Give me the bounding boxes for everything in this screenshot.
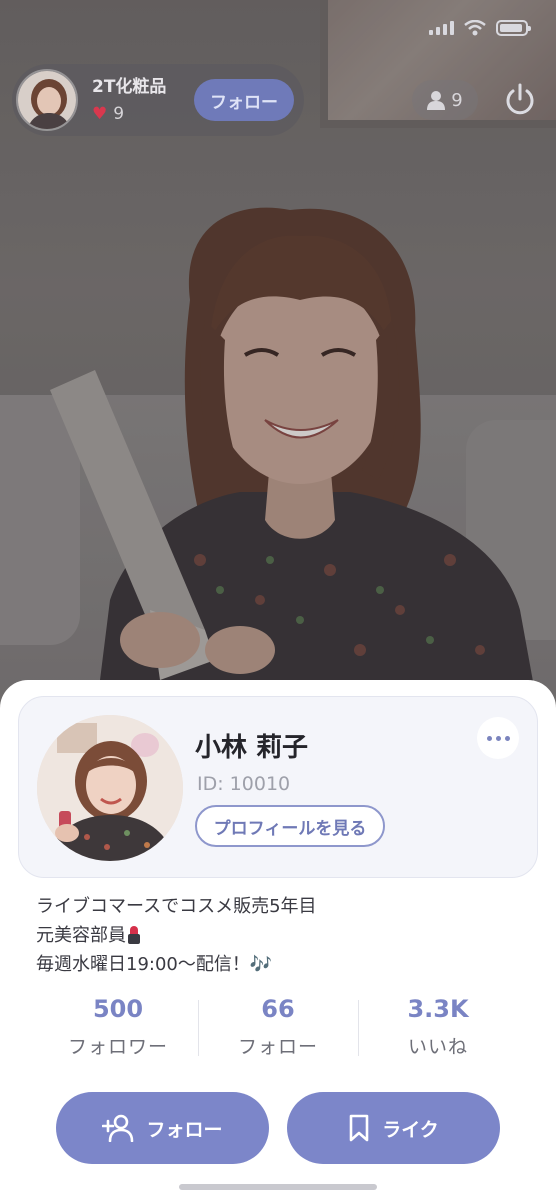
lipstick-icon <box>128 926 140 944</box>
profile-sheet: 小林 莉子 ID: 10010 プロフィールを見る ライブコマースでコスメ販売5… <box>0 680 556 1204</box>
host-info: 2T化粧品 ♥ 9 <box>92 76 182 124</box>
more-dot <box>495 735 501 741</box>
host-name: 2T化粧品 <box>92 77 167 97</box>
battery-icon <box>496 20 531 36</box>
stat-followers[interactable]: 500 フォロワー <box>38 992 198 1082</box>
host-avatar[interactable] <box>16 69 78 131</box>
stat-value: 3.3K <box>407 995 469 1023</box>
host-likes-count: 9 <box>113 104 125 124</box>
bio-line: 毎週水曜日19:00〜配信！🎶 <box>36 954 273 975</box>
profile-id: ID: 10010 <box>197 773 291 795</box>
bio-line: ライブコマースでコスメ販売5年目 <box>36 896 317 917</box>
status-bar <box>429 20 531 36</box>
cellular-signal-icon <box>429 21 454 35</box>
more-options-button[interactable] <box>477 717 519 759</box>
bio-line: 元美容部員 <box>36 925 126 946</box>
profile-stats: 500 フォロワー 66 フォロー 3.3K いいね <box>38 992 518 1082</box>
stat-label: いいね <box>407 1036 468 1058</box>
follow-button[interactable]: フォロー <box>56 1092 269 1164</box>
power-icon <box>506 83 534 115</box>
host-info-pill[interactable]: 2T化粧品 ♥ 9 フォロー <box>12 64 304 136</box>
stat-value: 500 <box>92 995 144 1023</box>
profile-name: 小林 莉子 <box>195 733 309 763</box>
more-dot <box>486 735 492 741</box>
wifi-icon <box>464 20 486 36</box>
view-profile-button[interactable]: プロフィールを見る <box>195 805 385 847</box>
profile-card: 小林 莉子 ID: 10010 プロフィールを見る <box>18 696 538 878</box>
heart-icon: ♥ <box>92 103 108 124</box>
exit-button[interactable] <box>500 80 540 120</box>
like-button[interactable]: ライク <box>287 1092 500 1164</box>
viewer-count-badge[interactable]: 9 <box>412 80 478 120</box>
stat-following[interactable]: 66 フォロー <box>198 992 358 1082</box>
viewer-count: 9 <box>451 89 463 111</box>
host-follow-button[interactable]: フォロー <box>194 79 294 121</box>
host-likes: ♥ 9 <box>92 104 182 124</box>
bookmark-icon <box>349 1114 369 1142</box>
stat-value: 66 <box>261 995 295 1023</box>
person-icon <box>427 91 446 110</box>
profile-bio: ライブコマースでコスメ販売5年目 元美容部員 毎週水曜日19:00〜配信！🎶 <box>36 892 317 979</box>
action-buttons: フォロー ライク <box>56 1092 500 1164</box>
add-user-icon <box>102 1114 134 1142</box>
bio-line-with-icon: 元美容部員 <box>36 921 317 950</box>
more-dot <box>504 735 510 741</box>
stat-label: フォロワー <box>67 1036 168 1058</box>
home-indicator[interactable] <box>179 1184 377 1190</box>
profile-avatar[interactable] <box>37 715 183 861</box>
stat-likes[interactable]: 3.3K いいね <box>358 992 518 1082</box>
like-button-label: ライク <box>382 1118 439 1141</box>
follow-button-label: フォロー <box>146 1118 223 1141</box>
stat-label: フォロー <box>237 1036 318 1058</box>
